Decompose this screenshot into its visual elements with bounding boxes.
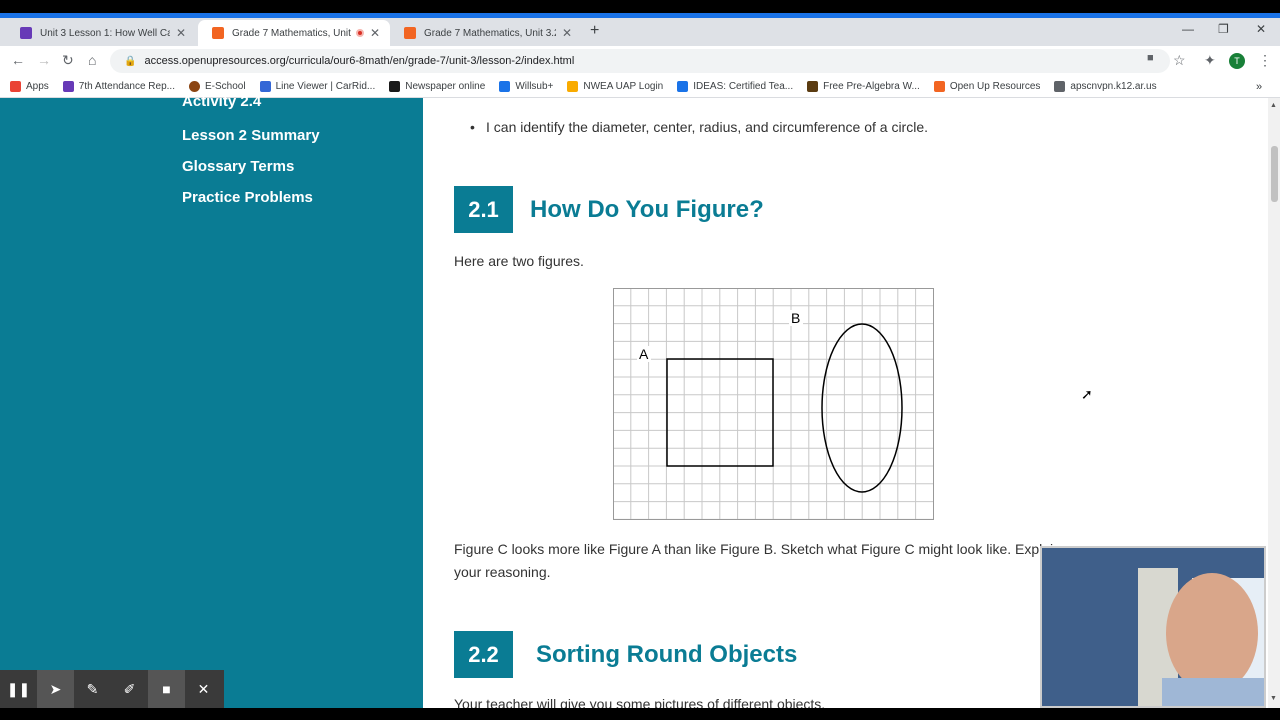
bookmark-newspaper[interactable]: Newspaper online	[389, 81, 485, 92]
browser-toolbar: ← → ↻ ⌂ 🔒 access.openupresources.org/cur…	[0, 46, 1280, 76]
figure-a-label: A	[639, 346, 649, 362]
recording-toolbar: ❚❚ ➤ ✎ ✐ ■ ✕	[0, 670, 224, 708]
figures-grid-image: A B	[613, 288, 934, 520]
menu-icon[interactable]: ⋮	[1258, 52, 1272, 69]
lesson-sidebar: Activity 2.4 Lesson 2 Summary Glossary T…	[0, 93, 423, 720]
extensions-icon[interactable]: ✦	[1204, 52, 1216, 69]
scroll-up-icon[interactable]: ▲	[1270, 102, 1277, 109]
address-bar[interactable]: 🔒 access.openupresources.org/curricula/o…	[110, 49, 1170, 73]
bookmark-nwea[interactable]: NWEA UAP Login	[567, 81, 663, 92]
page-icon	[1054, 81, 1066, 92]
scrollbar-thumb[interactable]	[1271, 146, 1278, 202]
section-title: How Do You Figure?	[530, 196, 764, 223]
close-window-icon[interactable]: ✕	[1256, 22, 1266, 36]
more-bookmarks-icon[interactable]: »	[1256, 81, 1262, 93]
new-tab-button[interactable]: +	[590, 22, 599, 40]
oer-icon	[212, 27, 224, 39]
restore-icon[interactable]: ❐	[1218, 22, 1229, 36]
bookmark-attendance[interactable]: 7th Attendance Rep...	[62, 81, 175, 92]
k-icon	[807, 81, 819, 92]
sidebar-item-lesson-summary[interactable]: Lesson 2 Summary	[182, 127, 320, 144]
camera-icon[interactable]: ■	[1147, 52, 1154, 64]
figure-c-prompt: Figure C looks more like Figure A than l…	[454, 541, 1061, 557]
oer-icon	[404, 27, 416, 39]
close-icon[interactable]: ✕	[185, 670, 222, 708]
url-text: access.openupresources.org/curricula/our…	[144, 55, 575, 67]
webcam-icon[interactable]: ■	[148, 670, 185, 708]
avatar[interactable]: T	[1229, 53, 1245, 69]
bookmark-apscnvpn[interactable]: apscnvpn.k12.ar.us	[1054, 81, 1157, 92]
forward-icon[interactable]: →	[37, 52, 51, 68]
webcam-overlay	[1040, 546, 1266, 708]
bookmark-prealgebra[interactable]: Free Pre-Algebra W...	[807, 81, 920, 92]
bookmark-willsub[interactable]: Willsub+	[499, 81, 553, 92]
bookmark-ideas[interactable]: IDEAS: Certified Tea...	[677, 81, 793, 92]
bookmark-line-viewer[interactable]: Line Viewer | CarRid...	[259, 81, 375, 92]
minimize-icon[interactable]: —	[1182, 22, 1194, 36]
close-icon[interactable]: ✕	[176, 26, 186, 40]
bullet-icon: •	[470, 119, 475, 135]
learning-goal: I can identify the diameter, center, rad…	[486, 119, 928, 135]
nie-icon	[389, 81, 401, 92]
sidebar-item-glossary[interactable]: Glossary Terms	[182, 158, 294, 175]
eschool-icon	[188, 81, 200, 92]
forms-icon	[20, 27, 32, 39]
sidebar-item-practice[interactable]: Practice Problems	[182, 189, 313, 206]
pointer-icon[interactable]: ➤	[37, 670, 74, 708]
tab-strip: Unit 3 Lesson 1: How Well Can Yo ✕ Grade…	[0, 18, 1280, 46]
tab-grade7-unit3[interactable]: Grade 7 Mathematics, Unit 3 ✕	[198, 20, 390, 46]
bookmark-open-up[interactable]: Open Up Resources	[933, 81, 1040, 92]
check-icon	[499, 81, 511, 92]
tab-unit3-lesson1[interactable]: Unit 3 Lesson 1: How Well Can Yo ✕	[6, 20, 196, 46]
oer-icon	[933, 81, 945, 92]
back-icon[interactable]: ←	[11, 52, 25, 68]
window-frame	[0, 0, 1280, 18]
taskbar-strip	[0, 708, 1280, 720]
pen-icon[interactable]: ✎	[74, 670, 111, 708]
lock-icon: 🔒	[124, 55, 137, 67]
section-number: 2.1	[454, 186, 513, 233]
section-intro: Your teacher will give you some pictures…	[454, 696, 826, 708]
scroll-down-icon[interactable]: ▼	[1270, 695, 1277, 702]
tab-grade7-unit3-2[interactable]: Grade 7 Mathematics, Unit 3.2 - ✕	[390, 20, 582, 46]
figure-c-prompt-cont: your reasoning.	[454, 564, 551, 580]
section-title: Sorting Round Objects	[536, 641, 798, 668]
figure-b-label: B	[791, 310, 800, 326]
pause-icon[interactable]: ❚❚	[0, 670, 37, 708]
forms-icon	[62, 81, 74, 92]
bookmark-eschool[interactable]: E-School	[188, 81, 246, 92]
apps-grid-icon	[10, 81, 21, 92]
star-icon[interactable]: ☆	[1173, 52, 1186, 69]
section-intro: Here are two figures.	[454, 253, 584, 269]
home-icon[interactable]: ⌂	[88, 52, 96, 68]
bus-icon	[259, 81, 271, 92]
sidebar-item-activity-2-4[interactable]: Activity 2.4	[182, 93, 261, 110]
reload-icon[interactable]: ↻	[62, 52, 74, 69]
mouse-pointer-icon: ➚	[1081, 386, 1093, 402]
play-icon	[677, 81, 689, 92]
page-scrollbar[interactable]: ▲ ▼	[1268, 98, 1280, 708]
highlighter-icon[interactable]: ✐	[111, 670, 148, 708]
close-icon[interactable]: ✕	[370, 26, 380, 40]
close-icon[interactable]: ✕	[562, 26, 572, 40]
section-number: 2.2	[454, 631, 513, 678]
recording-icon	[355, 29, 364, 37]
bookmark-apps[interactable]: Apps	[10, 81, 49, 92]
nwea-icon	[567, 81, 579, 92]
